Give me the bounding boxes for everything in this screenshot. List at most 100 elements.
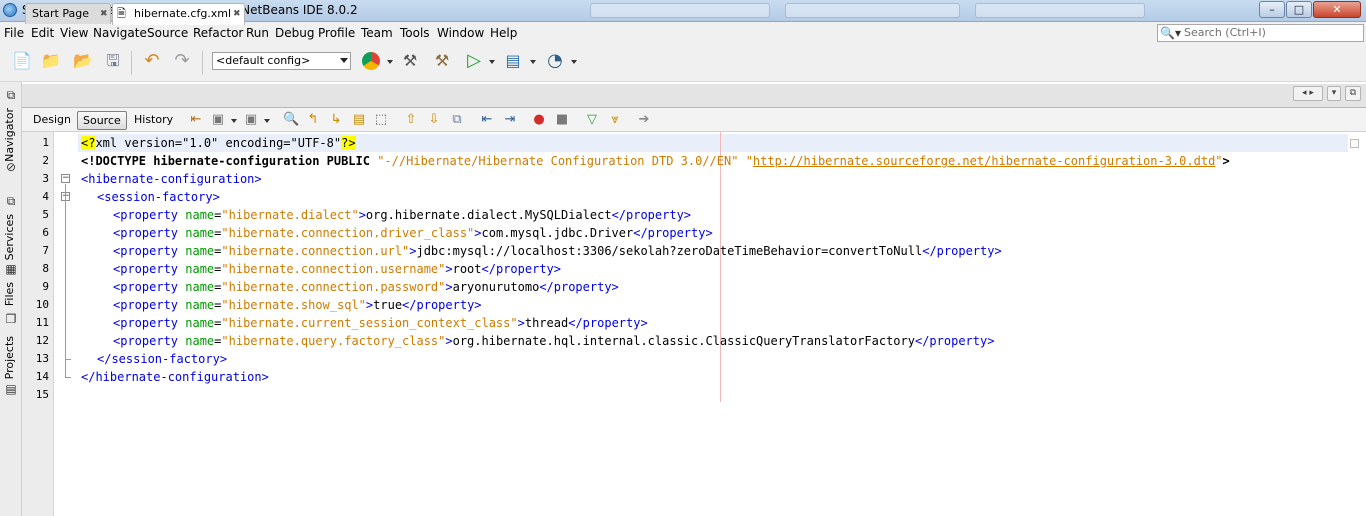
build-hammer-icon[interactable]: ⚒ (399, 50, 421, 72)
projects-icon: ▤ (5, 382, 17, 396)
panel-files[interactable]: Files (3, 282, 16, 306)
menu-edit[interactable]: Edit (31, 26, 54, 40)
panel-services[interactable]: Services (3, 214, 16, 260)
tab-label: hibernate.cfg.xml (134, 7, 232, 20)
save-all-icon[interactable]: 🖫 (102, 50, 124, 72)
netbeans-logo-icon (3, 3, 17, 17)
mode-history[interactable]: History (129, 111, 178, 130)
chevron-down-icon[interactable] (571, 60, 577, 64)
window-restore-icon[interactable]: ⧉ (4, 194, 18, 208)
stop-macro-icon[interactable]: ■ (554, 112, 570, 128)
tab-start-page[interactable]: Start Page ✖ (25, 3, 111, 24)
start-macro-icon[interactable]: ● (531, 112, 547, 128)
menu-window[interactable]: Window (437, 26, 484, 40)
code-line-4: <session-factory> (97, 190, 220, 204)
line-number: 14 (35, 370, 49, 383)
chevron-down-icon[interactable] (231, 119, 237, 123)
attr-value: hibernate.query.factory_class (228, 334, 439, 348)
close-button[interactable]: ✕ (1313, 1, 1361, 18)
maximize-button[interactable]: □ (1286, 1, 1312, 18)
services-icon: ▦ (5, 262, 17, 276)
check-xml-icon[interactable]: ▽ (584, 112, 600, 128)
tab-hibernate-cfg-xml[interactable]: 🗎 hibernate.cfg.xml ✖ (112, 3, 245, 25)
redo-icon[interactable]: ↷ (171, 50, 193, 72)
window-restore-icon[interactable]: ⧉ (1345, 86, 1361, 101)
error-stripe-marker (1350, 139, 1359, 148)
shift-right-icon[interactable]: ⇥ (502, 112, 518, 128)
previous-bookmark-icon[interactable]: ⇧ (403, 112, 419, 128)
doctype-url-link[interactable]: http://hibernate.sourceforge.net/hiberna… (753, 154, 1215, 168)
tag-open: <property (113, 316, 186, 330)
profile-gauge-icon[interactable]: ◔ (544, 50, 566, 72)
rectangular-selection-icon[interactable]: ⬚ (373, 112, 389, 128)
validate-xml-icon[interactable]: ⩔ (607, 112, 623, 128)
panel-navigator[interactable]: Navigator (3, 108, 16, 162)
browser-chrome-icon[interactable] (360, 50, 382, 72)
chevron-down-icon[interactable] (530, 60, 536, 64)
main-toolbar (0, 44, 1366, 82)
tab-close-icon[interactable]: ✖ (100, 5, 108, 24)
tag-close: </property> (539, 280, 619, 294)
last-edit-icon[interactable]: ⇤ (188, 112, 204, 128)
forward-icon[interactable]: ▣ (243, 112, 259, 128)
search-box[interactable]: 🔍▾ Search (Ctrl+I) (1157, 24, 1364, 42)
menu-help[interactable]: Help (490, 26, 517, 40)
code-line-1: <?xml version="1.0" encoding="UTF-8"?> (81, 134, 356, 152)
xsl-transform-icon[interactable]: ➔ (636, 112, 652, 128)
menu-team[interactable]: Team (361, 26, 393, 40)
panel-projects[interactable]: Projects (3, 336, 16, 379)
tag-close: </property> (633, 226, 713, 240)
toggle-highlight-icon[interactable]: ▤ (351, 112, 367, 128)
line-number: 10 (35, 298, 49, 311)
find-next-icon[interactable]: ↳ (328, 112, 344, 128)
attr-name: name (185, 226, 215, 240)
toggle-bookmark-icon[interactable]: ⧉ (449, 112, 465, 128)
window-restore-icon[interactable]: ⧉ (4, 88, 18, 102)
files-icon: ❐ (5, 312, 17, 326)
undo-icon[interactable]: ↶ (141, 50, 163, 72)
doctype-keyword: <!DOCTYPE hibernate-configuration PUBLIC (81, 154, 378, 168)
menu-tools[interactable]: Tools (400, 26, 430, 40)
attr-value: hibernate.show_sql (228, 298, 359, 312)
menu-navigate[interactable]: Navigate (93, 26, 147, 40)
property-value: aryonurutomo (452, 280, 540, 294)
menu-source[interactable]: Source (147, 26, 188, 40)
menu-debug[interactable]: Debug (275, 26, 314, 40)
menu-run[interactable]: Run (246, 26, 269, 40)
fold-end-marker (65, 377, 71, 378)
back-icon[interactable]: ▣ (210, 112, 226, 128)
menu-refactor[interactable]: Refactor (193, 26, 243, 40)
new-project-icon[interactable]: 📁 (40, 50, 62, 72)
attr-value: hibernate.connection.password (228, 280, 439, 294)
new-file-icon[interactable]: 📄 (11, 50, 33, 72)
mode-design[interactable]: Design (28, 111, 76, 130)
open-project-icon[interactable]: 📂 (72, 50, 94, 72)
tab-scroll-arrows[interactable]: ◂ ▸ (1293, 86, 1323, 101)
mode-source[interactable]: Source (77, 111, 127, 130)
next-bookmark-icon[interactable]: ⇩ (426, 112, 442, 128)
run-icon[interactable]: ▷ (463, 50, 485, 72)
find-previous-icon[interactable]: ↰ (305, 112, 321, 128)
line-number: 7 (42, 244, 49, 257)
attr-name: name (185, 298, 215, 312)
minimize-button[interactable]: – (1259, 1, 1285, 18)
chevron-down-icon[interactable]: ▾ (1327, 86, 1341, 101)
find-icon[interactable]: 🔍 (283, 112, 299, 128)
editor-tab-bar (22, 84, 1366, 108)
chevron-down-icon[interactable] (387, 60, 393, 64)
config-select[interactable]: <default config> (212, 52, 351, 70)
attr-name: name (185, 244, 215, 258)
menu-profile[interactable]: Profile (318, 26, 355, 40)
chevron-down-icon[interactable] (489, 60, 495, 64)
menu-view[interactable]: View (60, 26, 88, 40)
tab-close-icon[interactable]: ✖ (233, 5, 241, 24)
pi-open: <? (81, 136, 96, 150)
fold-collapse-icon[interactable]: − (61, 174, 70, 183)
clean-build-icon[interactable]: ⚒ (431, 50, 453, 72)
attr-value: hibernate.current_session_context_class (228, 316, 511, 330)
shift-left-icon[interactable]: ⇤ (479, 112, 495, 128)
chevron-down-icon[interactable] (264, 119, 270, 123)
debug-icon[interactable]: ▤ (502, 50, 524, 72)
menu-file[interactable]: File (4, 26, 24, 40)
tag-open: <property (113, 262, 186, 276)
